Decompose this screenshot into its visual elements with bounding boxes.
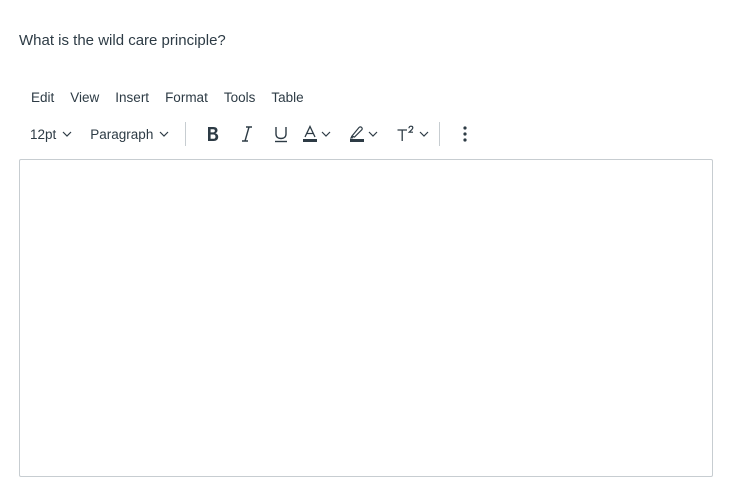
bold-button[interactable]: [196, 120, 230, 148]
underline-button[interactable]: [264, 120, 298, 148]
more-vertical-icon: [463, 126, 467, 142]
text-color-button[interactable]: [298, 120, 335, 148]
menu-edit[interactable]: Edit: [22, 88, 62, 107]
bold-icon: [208, 127, 219, 141]
italic-icon: [242, 126, 253, 142]
chevron-down-icon: [321, 131, 331, 137]
menu-table[interactable]: Table: [263, 88, 311, 107]
font-size-dropdown[interactable]: 12pt: [22, 119, 80, 149]
chevron-down-icon: [368, 131, 378, 137]
block-format-value: Paragraph: [90, 126, 154, 142]
font-size-value: 12pt: [30, 126, 57, 142]
superscript-button[interactable]: [392, 120, 433, 148]
highlight-color-button[interactable]: [345, 120, 382, 148]
toolbar-separator: [439, 122, 441, 146]
more-options-button[interactable]: [450, 120, 480, 148]
menu-view[interactable]: View: [62, 88, 107, 107]
block-format-dropdown[interactable]: Paragraph: [82, 119, 177, 149]
menu-insert[interactable]: Insert: [107, 88, 157, 107]
toolbar-separator: [185, 122, 187, 146]
chevron-down-icon: [159, 131, 169, 137]
question-prompt: What is the wild care principle?: [19, 32, 226, 49]
superscript-icon: [397, 125, 414, 141]
editor-menubar: Edit View Insert Format Tools Table: [22, 86, 312, 108]
menu-format[interactable]: Format: [157, 88, 216, 107]
menu-tools[interactable]: Tools: [216, 88, 264, 107]
editor-toolbar: 12pt Paragraph: [22, 119, 480, 149]
italic-button[interactable]: [230, 120, 264, 148]
text-color-icon: [303, 125, 318, 142]
underline-icon: [275, 127, 288, 143]
highlight-color-icon: [350, 126, 365, 142]
rich-text-question: What is the wild care principle? Edit Vi…: [0, 0, 732, 484]
editor-content-area[interactable]: [19, 159, 713, 477]
chevron-down-icon: [419, 131, 429, 137]
chevron-down-icon: [62, 131, 72, 137]
